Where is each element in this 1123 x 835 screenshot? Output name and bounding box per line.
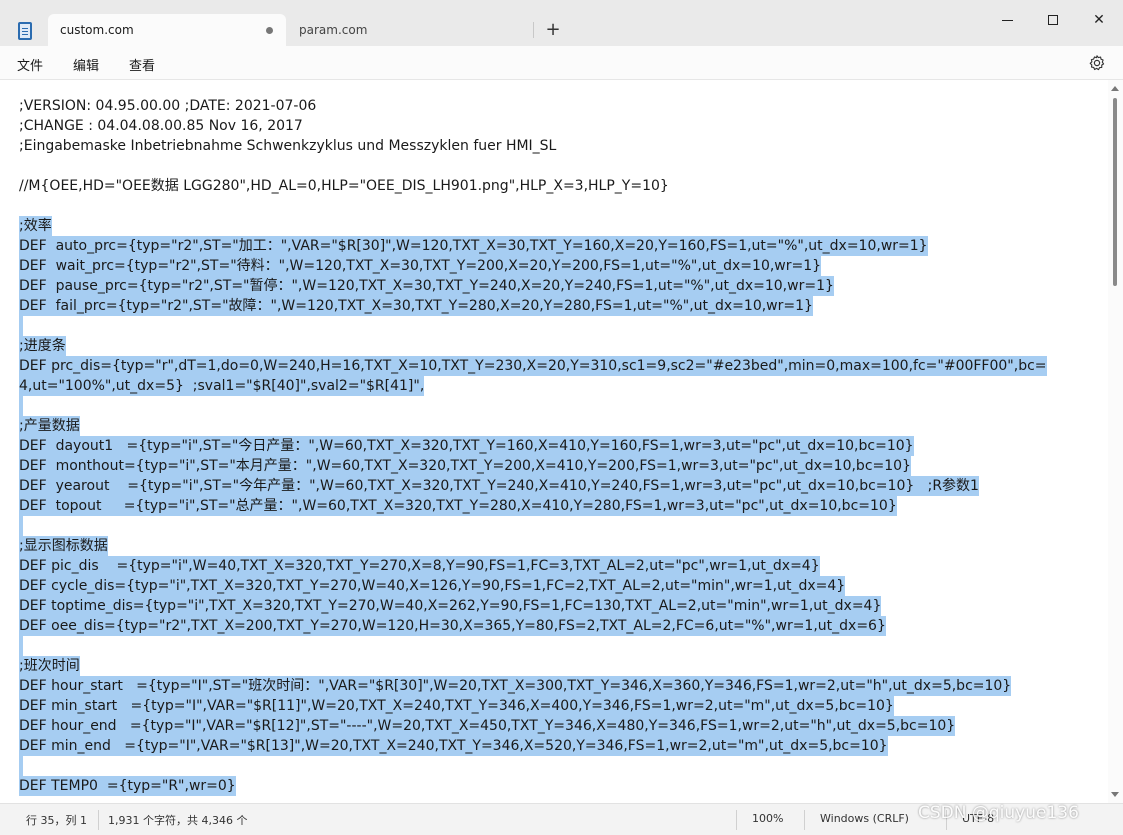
minimize-button[interactable] xyxy=(984,6,1030,34)
close-button[interactable]: ✕ xyxy=(1076,6,1122,34)
editor-line xyxy=(19,316,24,336)
tab-divider xyxy=(533,22,534,38)
editor-line: DEF topout ={typ="i",ST="总产量：",W=60,TXT_… xyxy=(19,496,897,516)
unsaved-dot-icon[interactable] xyxy=(266,27,273,34)
maximize-icon xyxy=(1048,15,1058,25)
editor-line xyxy=(19,396,24,416)
editor-line: ;CHANGE : 04.04.08.00.85 Nov 16, 2017 xyxy=(19,118,303,134)
editor-line: DEF TEMP0 ={typ="R",wr=0} xyxy=(19,776,236,796)
tab-label: param.com xyxy=(299,23,368,37)
editor-line: DEF toptime_dis={typ="i",TXT_X=320,TXT_Y… xyxy=(19,596,882,616)
tab-label: custom.com xyxy=(60,23,134,37)
editor-line: DEF pause_prc={typ="r2",ST="暂停：",W=120,T… xyxy=(19,276,834,296)
editor-line xyxy=(19,636,24,656)
new-tab-button[interactable]: + xyxy=(543,19,563,41)
scroll-down-icon[interactable] xyxy=(1111,792,1119,797)
scroll-up-icon[interactable] xyxy=(1111,86,1119,91)
watermark: CSDN @qiuyue136 xyxy=(918,803,1079,823)
line-ending[interactable]: Windows (CRLF) xyxy=(820,812,909,825)
editor-line: ;班次时间 xyxy=(19,656,80,676)
editor-line: //M{OEE,HD="OEE数据 LGG280",HD_AL=0,HLP="O… xyxy=(19,178,669,194)
tab-custom-com[interactable]: custom.com xyxy=(48,14,286,46)
status-divider xyxy=(804,810,805,830)
editor-line: DEF cycle_dis={typ="i",TXT_X=320,TXT_Y=2… xyxy=(19,576,846,596)
editor-line: ;显示图标数据 xyxy=(19,536,108,556)
close-icon: ✕ xyxy=(1093,12,1105,28)
menu-file[interactable]: 文件 xyxy=(17,55,43,74)
gear-icon[interactable] xyxy=(1088,54,1106,72)
menu-view[interactable]: 查看 xyxy=(129,55,155,74)
editor-line: DEF wait_prc={typ="r2",ST="待料：",W=120,TX… xyxy=(19,256,822,276)
title-bar: custom.com param.com + ✕ xyxy=(0,0,1123,46)
character-count: 1,931 个字符，共 4,346 个 xyxy=(108,814,248,827)
editor-line: ;效率 xyxy=(19,216,52,236)
status-divider xyxy=(736,810,737,830)
maximize-button[interactable] xyxy=(1030,6,1076,34)
editor-line: ;Eingabemaske Inbetriebnahme Schwenkzykl… xyxy=(19,138,557,154)
minimize-icon xyxy=(1001,19,1013,21)
editor-line: DEF min_start ={typ="I",VAR="$R[11]",W=2… xyxy=(19,696,894,716)
text-editor-area[interactable]: ;VERSION: 04.95.00.00 ;DATE: 2021-07-06;… xyxy=(0,80,1123,803)
notepad-icon xyxy=(18,22,32,40)
editor-line: DEF hour_end ={typ="I",VAR="$R[12]",ST="… xyxy=(19,716,956,736)
notepad-window: custom.com param.com + ✕ 文件 编辑 查看 ;VERSI… xyxy=(0,0,1123,835)
editor-line: DEF prc_dis={typ="r",dT=1,do=0,W=240,H=1… xyxy=(19,356,1047,376)
scroll-thumb[interactable] xyxy=(1113,98,1117,286)
editor-line: 4,ut="100%",ut_dx=5} ;sval1="$R[40]",sva… xyxy=(19,376,425,396)
editor-line: ;进度条 xyxy=(19,336,66,356)
editor-line: DEF pic_dis ={typ="i",W=40,TXT_X=320,TXT… xyxy=(19,556,820,576)
zoom-level[interactable]: 100% xyxy=(752,812,783,825)
editor-line: ;产量数据 xyxy=(19,416,80,436)
editor-line: ;VERSION: 04.95.00.00 ;DATE: 2021-07-06 xyxy=(19,98,317,114)
vertical-scrollbar[interactable] xyxy=(1108,80,1123,803)
editor-line: DEF yearout ={typ="i",ST="今年产量：",W=60,TX… xyxy=(19,476,979,496)
status-divider xyxy=(98,810,99,830)
editor-line: DEF oee_dis={typ="r2",TXT_X=200,TXT_Y=27… xyxy=(19,616,886,636)
tab-param-com[interactable]: param.com xyxy=(289,14,533,46)
menu-bar: 文件 编辑 查看 xyxy=(0,46,1123,80)
editor-line: DEF min_end ={typ="I",VAR="$R[13]",W=20,… xyxy=(19,736,888,756)
editor-line xyxy=(19,756,24,776)
cursor-position[interactable]: 行 35，列 1 xyxy=(26,812,87,828)
menu-edit[interactable]: 编辑 xyxy=(73,55,99,74)
editor-line: DEF auto_prc={typ="r2",ST="加工：",VAR="$R[… xyxy=(19,236,928,256)
editor-line xyxy=(19,516,24,536)
editor-line: DEF monthout={typ="i",ST="本月产量：",W=60,TX… xyxy=(19,456,911,476)
editor-line: DEF dayout1 ={typ="i",ST="今日产量：",W=60,TX… xyxy=(19,436,914,456)
editor-line: DEF hour_start ={typ="I",ST="班次时间：",VAR=… xyxy=(19,676,1012,696)
editor-line: DEF fail_prc={typ="r2",ST="故障：",W=120,TX… xyxy=(19,296,813,316)
